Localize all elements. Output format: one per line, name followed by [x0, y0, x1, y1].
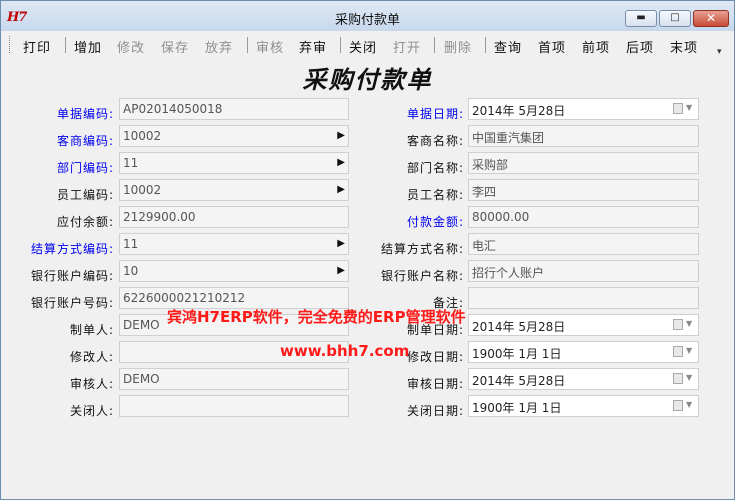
closer-field[interactable]	[119, 395, 349, 417]
auditor-field[interactable]: DEMO	[119, 368, 349, 390]
settle-code-field[interactable]: 11 ▶	[119, 233, 349, 255]
unapprove-button[interactable]: 弃审	[299, 37, 327, 56]
emp-name-label: 员工名称:	[406, 188, 464, 202]
dept-name-label: 部门名称:	[406, 161, 464, 175]
toolbar-separator	[485, 37, 486, 53]
discard-button[interactable]: 放弃	[205, 37, 233, 56]
bank-code-field[interactable]: 10 ▶	[119, 260, 349, 282]
watermark-url: www.bhh7.com	[280, 342, 410, 360]
open-doc-button[interactable]: 打开	[393, 37, 421, 56]
close-date-picker[interactable]: 1900年 1月 1日 ▼	[468, 395, 699, 417]
calendar-dropdown-icon[interactable]: ▼	[673, 346, 695, 359]
toolbar-separator	[340, 37, 341, 53]
toolbar-separator	[65, 37, 66, 53]
payment-amount-field[interactable]: 80000.00	[468, 206, 699, 228]
last-record-button[interactable]: 末项	[670, 37, 698, 56]
modify-date-picker[interactable]: 1900年 1月 1日 ▼	[468, 341, 699, 363]
close-icon: ✕	[705, 11, 717, 25]
settle-name-field[interactable]: 电汇	[468, 233, 699, 255]
print-button[interactable]: 打印	[23, 37, 51, 56]
customer-name-label: 客商名称:	[406, 134, 464, 148]
lookup-arrow-icon[interactable]: ▶	[337, 184, 345, 195]
maximize-button[interactable]: □	[659, 10, 691, 27]
creator-label: 制单人:	[69, 323, 114, 337]
purchase-payment-window: H7 采购付款单 ▬ □ ✕ 打印 增加 修改 保存 放弃 审核 弃审 关闭 打…	[0, 0, 735, 500]
doc-date-label[interactable]: 单据日期:	[407, 105, 464, 122]
bank-no-label: 银行账户号码:	[30, 296, 114, 310]
audit-date-label: 审核日期:	[406, 377, 464, 391]
lookup-arrow-icon[interactable]: ▶	[337, 238, 345, 249]
prev-record-button[interactable]: 前项	[582, 37, 610, 56]
modifier-label: 修改人:	[69, 350, 114, 364]
bank-name-label: 银行账户名称:	[380, 269, 464, 283]
closer-label: 关闭人:	[69, 404, 114, 418]
delete-button[interactable]: 删除	[444, 37, 472, 56]
maximize-icon: □	[670, 12, 680, 23]
bank-name-field[interactable]: 招行个人账户	[468, 260, 699, 282]
doc-date-picker[interactable]: 2014年 5月28日 ▼	[468, 98, 699, 120]
lookup-arrow-icon[interactable]: ▶	[337, 130, 345, 141]
customer-code-field[interactable]: 10002 ▶	[119, 125, 349, 147]
query-button[interactable]: 查询	[494, 37, 522, 56]
next-record-button[interactable]: 后项	[626, 37, 654, 56]
customer-code-label[interactable]: 客商编码:	[57, 132, 114, 149]
lookup-arrow-icon[interactable]: ▶	[337, 265, 345, 276]
dept-name-field[interactable]: 采购部	[468, 152, 699, 174]
dept-code-label[interactable]: 部门编码:	[57, 159, 114, 176]
settle-name-label: 结算方式名称:	[380, 242, 464, 256]
calendar-dropdown-icon[interactable]: ▼	[673, 103, 695, 116]
form-heading: 采购付款单	[302, 65, 433, 94]
payable-balance-label: 应付余额:	[56, 215, 114, 229]
dept-code-field[interactable]: 11 ▶	[119, 152, 349, 174]
calendar-dropdown-icon[interactable]: ▼	[673, 373, 695, 386]
emp-name-field[interactable]: 李四	[468, 179, 699, 201]
first-record-button[interactable]: 首项	[538, 37, 566, 56]
audit-date-picker[interactable]: 2014年 5月28日 ▼	[468, 368, 699, 390]
minimize-button[interactable]: ▬	[625, 10, 657, 27]
create-date-picker[interactable]: 2014年 5月28日 ▼	[468, 314, 699, 336]
toolbar-grip[interactable]	[9, 36, 13, 53]
lookup-arrow-icon[interactable]: ▶	[337, 157, 345, 168]
settle-code-label[interactable]: 结算方式编码:	[31, 240, 114, 257]
save-button[interactable]: 保存	[161, 37, 189, 56]
customer-name-field[interactable]: 中国重汽集团	[468, 125, 699, 147]
payment-amount-label[interactable]: 付款金额:	[407, 213, 464, 230]
watermark-text: 宾鸿H7ERP软件，完全免费的ERP管理软件	[167, 308, 466, 326]
bank-code-label: 银行账户编码:	[30, 269, 114, 283]
title-bar: H7 采购付款单 ▬ □ ✕	[1, 1, 734, 31]
auditor-label: 审核人:	[69, 377, 114, 391]
close-window-button[interactable]: ✕	[693, 10, 729, 27]
toolbar-separator	[434, 37, 435, 53]
toolbar-overflow-icon[interactable]: ▾	[717, 47, 722, 57]
toolbar: 打印 增加 修改 保存 放弃 审核 弃审 关闭 打开 删除 查询 首项 前项 后…	[1, 31, 734, 57]
doc-no-field[interactable]: AP02014050018	[119, 98, 349, 120]
close-date-label: 关闭日期:	[406, 404, 464, 418]
modify-date-label: 修改日期:	[406, 350, 464, 364]
approve-button[interactable]: 审核	[256, 37, 284, 56]
edit-button[interactable]: 修改	[117, 37, 145, 56]
calendar-dropdown-icon[interactable]: ▼	[673, 319, 695, 332]
add-button[interactable]: 增加	[74, 37, 102, 56]
toolbar-separator	[247, 37, 248, 53]
remark-field[interactable]	[468, 287, 699, 309]
emp-code-field[interactable]: 10002 ▶	[119, 179, 349, 201]
close-doc-button[interactable]: 关闭	[349, 37, 377, 56]
calendar-dropdown-icon[interactable]: ▼	[673, 400, 695, 413]
payable-balance-field[interactable]: 2129900.00	[119, 206, 349, 228]
emp-code-label: 员工编码:	[56, 188, 114, 202]
doc-no-label[interactable]: 单据编码:	[57, 105, 114, 122]
minimize-icon: ▬	[636, 12, 646, 23]
